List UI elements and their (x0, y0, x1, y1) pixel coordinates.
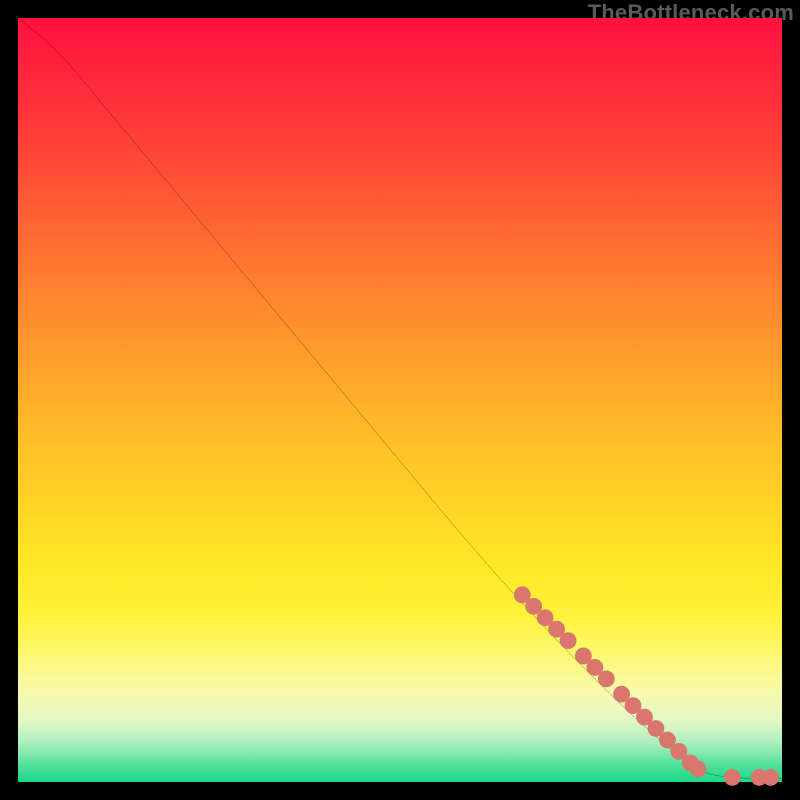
data-point (724, 769, 741, 786)
data-point (598, 670, 615, 687)
data-point (560, 632, 577, 649)
data-point (762, 769, 779, 786)
chart-svg (18, 18, 782, 782)
chart-curve (18, 18, 782, 778)
chart-stage: TheBottleneck.com (0, 0, 800, 800)
data-point (690, 761, 707, 778)
chart-points (514, 586, 779, 785)
chart-plot-area (18, 18, 782, 782)
